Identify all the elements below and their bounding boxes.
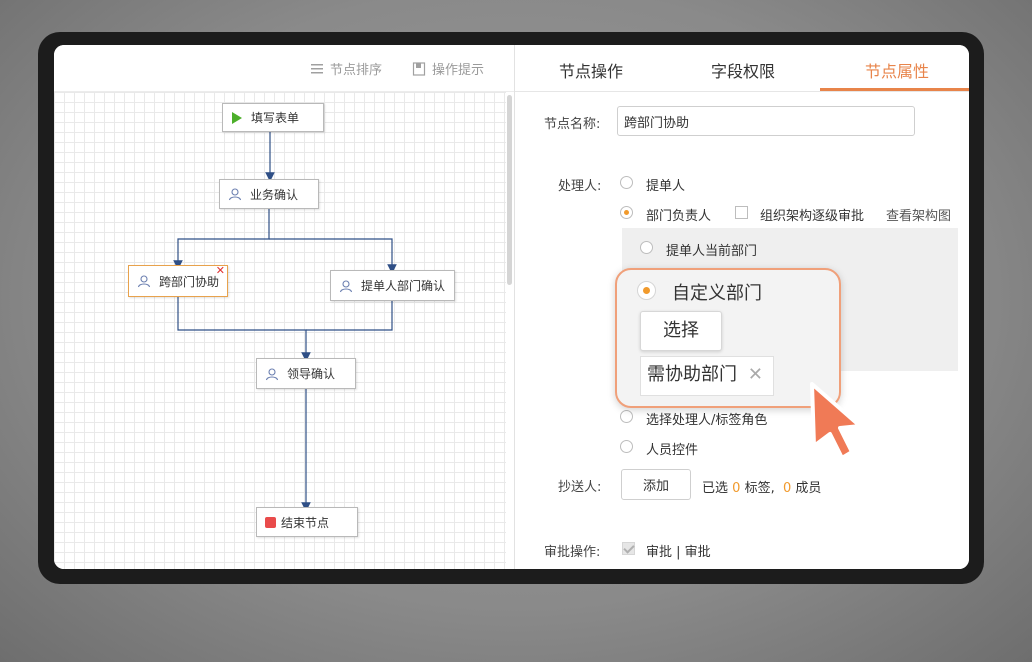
flow-node-cross-dept[interactable]: 跨部门协助 ✕ — [128, 264, 228, 297]
person-icon — [339, 279, 353, 292]
tag-suffix: 标签, — [744, 481, 775, 496]
checkbox-org-level-approval[interactable] — [735, 206, 748, 219]
properties-tabs: 节点操作 字段权限 节点属性 — [515, 45, 969, 92]
tab-field-permissions[interactable]: 字段权限 — [711, 58, 775, 82]
approve-ops-text: 审批 | 审批 — [646, 545, 711, 560]
flow-node-leader-confirm[interactable]: 领导确认 — [256, 358, 356, 389]
radio-select-handler-role[interactable] — [620, 410, 633, 423]
designer-toolbar: 节点排序 操作提示 — [54, 45, 514, 92]
person-control-label: 人员控件 — [646, 443, 699, 458]
flow-node-start[interactable]: 填写表单 — [222, 103, 324, 132]
select-dept-button[interactable]: 选择 — [640, 311, 722, 351]
view-org-chart-link[interactable]: 查看架构图 — [886, 205, 951, 224]
operation-tips-label: 操作提示 — [432, 63, 485, 78]
tab-node-operations[interactable]: 节点操作 — [559, 58, 623, 82]
operation-tips-button[interactable]: 操作提示 — [412, 59, 484, 78]
delete-node-icon[interactable]: ✕ — [216, 264, 225, 277]
radio-dept-head[interactable] — [620, 206, 633, 219]
canvas-grid — [54, 92, 506, 569]
person-icon — [228, 188, 242, 201]
flow-node-end[interactable]: 结束节点 — [256, 507, 358, 537]
list-icon — [311, 63, 323, 73]
flow-node-label: 提单人部门确认 — [361, 279, 446, 293]
submitter-current-dept-label: 提单人当前部门 — [666, 244, 758, 259]
radio-submitter-current-dept[interactable] — [640, 241, 653, 254]
option-submitter-label: 提单人 — [646, 179, 686, 194]
add-cc-button[interactable]: 添加 — [621, 469, 691, 500]
selected-dept-tag-label: 需协助部门 — [647, 364, 737, 385]
member-count: 0 — [782, 481, 792, 496]
member-suffix: 成员 — [795, 481, 822, 496]
flow-node-business-confirm[interactable]: 业务确认 — [219, 179, 319, 209]
node-name-label: 节点名称: — [544, 117, 601, 132]
radio-custom-dept[interactable] — [637, 281, 656, 300]
selected-dept-tag: 需协助部门 ✕ — [640, 356, 774, 396]
node-name-input[interactable] — [617, 106, 915, 136]
sort-nodes-button[interactable]: 节点排序 — [310, 59, 382, 78]
person-icon — [265, 367, 279, 380]
flow-designer-panel: 节点排序 操作提示 填写表单 业务确认 跨部门协助 ✕ 提单人部门确认 领导确认… — [54, 45, 515, 569]
handler-label: 处理人: — [558, 179, 602, 194]
flow-node-label: 领导确认 — [287, 367, 336, 381]
selected-prefix: 已选 — [702, 481, 729, 496]
custom-dept-label: 自定义部门 — [672, 283, 762, 304]
flow-node-label: 跨部门协助 — [159, 274, 220, 289]
tag-count: 0 — [732, 481, 741, 496]
stop-icon — [265, 516, 276, 528]
flow-node-submitter-dept-confirm[interactable]: 提单人部门确认 — [330, 270, 455, 301]
tab-node-properties[interactable]: 节点属性 — [865, 58, 929, 82]
radio-submitter[interactable] — [620, 176, 633, 189]
remove-tag-icon[interactable]: ✕ — [748, 357, 763, 393]
select-handler-role-label: 选择处理人/标签角色 — [646, 413, 768, 428]
org-level-approval-label: 组织架构逐级审批 — [760, 209, 865, 224]
active-tab-indicator — [820, 88, 969, 91]
flow-node-label: 结束节点 — [281, 515, 330, 530]
pointer-cursor-icon — [810, 382, 862, 460]
canvas-scrollbar[interactable] — [507, 95, 512, 285]
flow-node-label: 业务确认 — [250, 187, 299, 202]
cc-label: 抄送人: — [558, 480, 602, 495]
checkbox-approve[interactable] — [622, 542, 635, 555]
radio-person-control[interactable] — [620, 440, 633, 453]
approve-ops-label: 审批操作: — [544, 545, 601, 560]
flow-node-label: 填写表单 — [251, 111, 300, 125]
document-icon — [412, 61, 426, 76]
sort-nodes-label: 节点排序 — [330, 63, 383, 78]
cc-selected-summary: 已选 0 标签, 0 成员 — [702, 477, 821, 496]
play-icon — [232, 111, 242, 124]
person-icon — [137, 275, 151, 288]
option-dept-head-label: 部门负责人 — [646, 209, 712, 224]
